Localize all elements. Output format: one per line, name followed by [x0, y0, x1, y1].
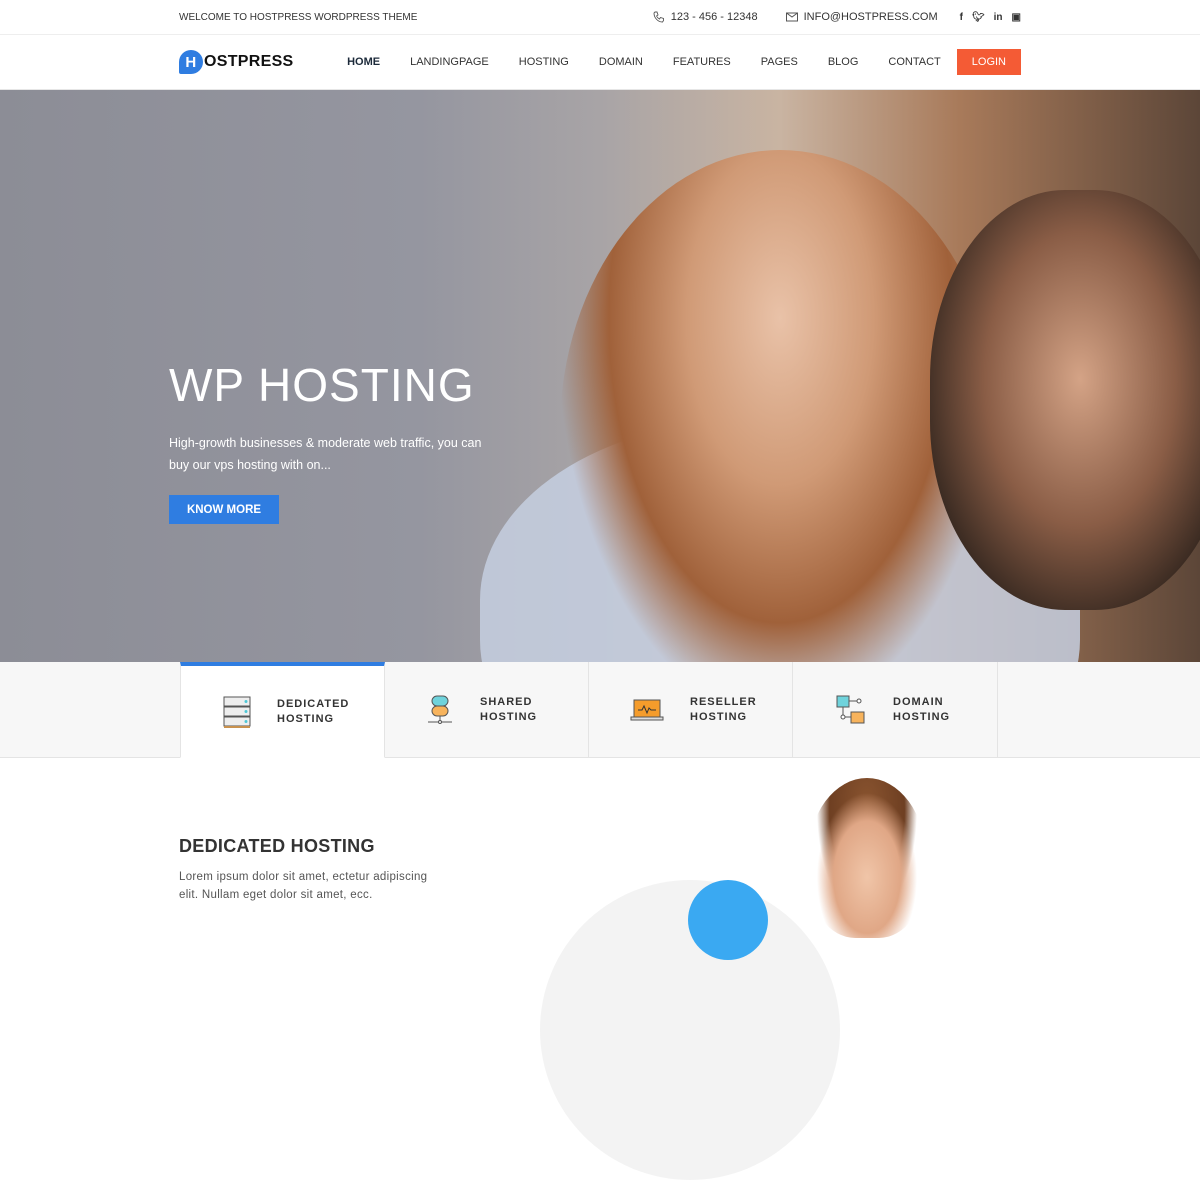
tab-label: DEDICATED HOSTING	[277, 697, 350, 725]
nav-pages[interactable]: PAGES	[761, 56, 798, 68]
nav-landingpage[interactable]: LANDINGPAGE	[410, 56, 489, 68]
nav-blog[interactable]: BLOG	[828, 56, 859, 68]
logo[interactable]: H OSTPRESS	[179, 50, 317, 74]
nav-contact[interactable]: CONTACT	[888, 56, 940, 68]
logo-text: OSTPRESS	[204, 53, 294, 70]
linkedin-icon[interactable]: in	[994, 12, 1003, 23]
section-title: DEDICATED HOSTING	[179, 836, 375, 856]
phone-contact[interactable]: 123 - 456 - 12348	[653, 11, 758, 23]
database-icon	[428, 695, 452, 724]
welcome-text: WELCOME TO HOSTPRESS WORDPRESS THEME	[179, 11, 418, 23]
tab-label: RESELLER HOSTING	[690, 696, 757, 723]
nav-hosting[interactable]: HOSTING	[519, 56, 569, 68]
email-contact[interactable]: INFO@HOSTPRESS.COM	[785, 11, 938, 23]
hosting-tabs: DEDICATED HOSTING SHARED HOSTING RESELLER H…	[0, 662, 1200, 758]
twitter-icon[interactable]: 🐦︎	[972, 12, 985, 23]
tab-reseller-hosting[interactable]: RESELLER HOSTING	[588, 662, 793, 758]
nav-menu: HOME LANDINGPAGE HOSTING DOMAIN FEATURES…	[317, 49, 1021, 75]
phone-number: 123 - 456 - 12348	[670, 11, 758, 23]
social-links: f 🐦︎ in ▣	[960, 12, 1021, 23]
tab-label: SHARED HOSTING	[480, 696, 538, 723]
top-bar: WELCOME TO HOSTPRESS WORDPRESS THEME 123…	[0, 0, 1200, 35]
nav-home[interactable]: HOME	[347, 56, 380, 68]
youtube-icon[interactable]: ▣	[1012, 12, 1021, 23]
hero-title: WP HOSTING	[169, 359, 475, 411]
nav-domain[interactable]: DOMAIN	[599, 56, 643, 68]
tab-dedicated-hosting[interactable]: DEDICATED HOSTING	[180, 662, 385, 758]
tab-shared-hosting[interactable]: SHARED HOSTING	[384, 662, 589, 758]
tab-label: DOMAIN HOSTING	[893, 696, 951, 723]
network-icon	[836, 695, 865, 724]
main-nav: H OSTPRESS HOME LANDINGPAGE HOSTING DOMA…	[0, 35, 1200, 90]
decorative-circle	[688, 880, 768, 960]
login-button[interactable]: LOGIN	[956, 49, 1021, 75]
hero-photo-man	[930, 190, 1200, 610]
phone-icon	[653, 11, 664, 23]
server-rack-icon	[223, 696, 251, 728]
tab-domain-hosting[interactable]: DOMAIN HOSTING	[793, 662, 998, 758]
section-text: Lorem ipsum dolor sit amet, ectetur adip…	[179, 871, 428, 901]
know-more-button[interactable]: KNOW MORE	[169, 495, 279, 524]
hero-text: High-growth businesses & moderate web tr…	[169, 436, 482, 472]
logo-mark: H	[179, 50, 203, 74]
nav-features[interactable]: FEATURES	[673, 56, 731, 68]
person-photo	[808, 778, 926, 938]
hero-banner: WP HOSTING High-growth businesses & mode…	[0, 90, 1200, 662]
facebook-icon[interactable]: f	[960, 12, 963, 23]
mail-icon	[785, 12, 798, 22]
email-address: INFO@HOSTPRESS.COM	[803, 11, 938, 23]
laptop-icon	[630, 699, 664, 721]
